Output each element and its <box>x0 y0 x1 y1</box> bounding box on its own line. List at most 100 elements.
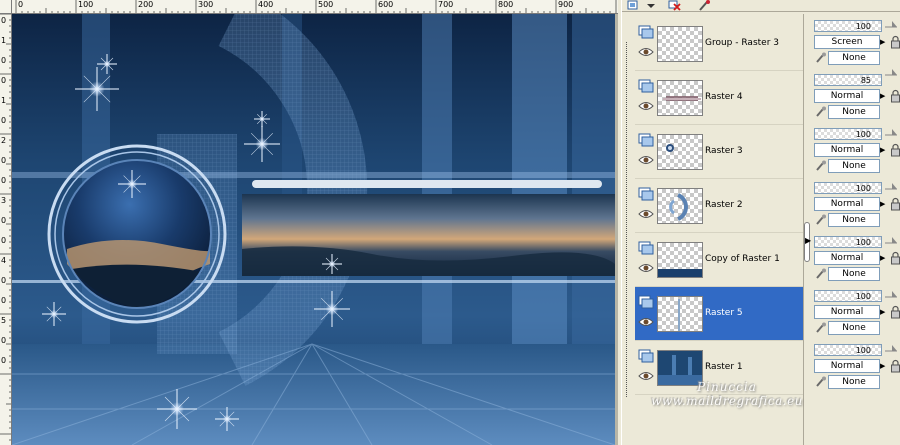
opacity-value: 100 <box>855 346 871 355</box>
lock-icon[interactable] <box>890 305 900 319</box>
blend-mode-select[interactable]: Normal <box>814 197 880 211</box>
new-layer-icon[interactable] <box>627 0 641 11</box>
link-icon[interactable] <box>884 19 898 29</box>
layer-row[interactable]: Copy of Raster 1 <box>635 233 811 287</box>
eye-icon[interactable] <box>638 209 654 219</box>
layer-type-icon[interactable] <box>638 25 654 39</box>
mask-brush-icon[interactable] <box>815 160 827 172</box>
layer-name: Raster 4 <box>705 92 743 102</box>
blend-mode-select[interactable]: Normal <box>814 305 880 319</box>
layer-type-icon[interactable] <box>638 349 654 363</box>
layer-property-group: 100 Normal ▶ None <box>812 125 900 179</box>
ruler-label: 5 <box>1 316 7 325</box>
layer-type-icon[interactable] <box>638 187 654 201</box>
lock-icon[interactable] <box>890 197 900 211</box>
layers-toolbar <box>622 0 900 12</box>
lock-icon[interactable] <box>890 89 900 103</box>
layer-thumbnail <box>657 26 703 62</box>
blend-dropdown-arrow-icon[interactable]: ▶ <box>880 252 888 264</box>
lock-icon[interactable] <box>890 143 900 157</box>
layer-type-icon[interactable] <box>638 133 654 147</box>
layer-thumbnail <box>657 134 703 170</box>
link-icon[interactable] <box>884 235 898 245</box>
mask-select[interactable]: None <box>828 105 880 119</box>
layer-row[interactable]: Raster 4 <box>635 71 811 125</box>
link-icon[interactable] <box>884 67 898 77</box>
eye-icon[interactable] <box>638 155 654 165</box>
ruler-label: 0 <box>1 176 7 185</box>
mask-brush-icon[interactable] <box>815 214 827 226</box>
blend-mode-select[interactable]: Normal <box>814 251 880 265</box>
mask-select[interactable]: None <box>828 159 880 173</box>
blend-dropdown-arrow-icon[interactable]: ▶ <box>880 144 888 156</box>
layer-property-group: 100 Normal ▶ None <box>812 233 900 287</box>
link-icon[interactable] <box>884 289 898 299</box>
mask-select[interactable]: None <box>828 375 880 389</box>
blend-mode-select[interactable]: Normal <box>814 359 880 373</box>
link-icon[interactable] <box>884 181 898 191</box>
opacity-slider[interactable]: 100 <box>814 128 882 140</box>
group-bracket <box>626 42 632 397</box>
mask-brush-icon[interactable] <box>815 52 827 64</box>
eye-icon[interactable] <box>638 101 654 111</box>
layer-name: Group - Raster 3 <box>705 38 779 48</box>
ruler-corner <box>0 0 12 14</box>
ruler-label: 1 <box>1 36 7 45</box>
opacity-slider[interactable]: 100 <box>814 344 882 356</box>
eye-icon[interactable] <box>638 317 654 327</box>
opacity-value: 100 <box>855 22 871 31</box>
link-icon[interactable] <box>884 343 898 353</box>
watermark-name: Pinuccia <box>697 380 757 394</box>
dropdown-arrow-icon[interactable] <box>644 0 658 11</box>
mask-select[interactable]: None <box>828 267 880 281</box>
ruler-label: 600 <box>378 0 394 9</box>
link-icon[interactable] <box>884 127 898 137</box>
lock-icon[interactable] <box>890 251 900 265</box>
opacity-slider[interactable]: 100 <box>814 236 882 248</box>
mask-brush-icon[interactable] <box>815 106 827 118</box>
mask-select[interactable]: None <box>828 321 880 335</box>
ruler-label: 0 <box>1 76 7 85</box>
blend-mode-select[interactable]: Screen <box>814 35 880 49</box>
layer-name: Raster 5 <box>705 308 743 318</box>
ruler-label: 0 <box>1 156 7 165</box>
lock-icon[interactable] <box>890 359 900 373</box>
blend-mode-select[interactable]: Normal <box>814 89 880 103</box>
blend-dropdown-arrow-icon[interactable]: ▶ <box>880 306 888 318</box>
ruler-label: 300 <box>198 0 214 9</box>
opacity-slider[interactable]: 85 <box>814 74 882 86</box>
opacity-slider[interactable]: 100 <box>814 182 882 194</box>
mask-select[interactable]: None <box>828 213 880 227</box>
edit-brush-icon[interactable] <box>698 0 712 11</box>
delete-layer-icon[interactable] <box>668 0 682 11</box>
eye-icon[interactable] <box>638 47 654 57</box>
layer-type-icon[interactable] <box>638 295 654 309</box>
opacity-slider[interactable]: 100 <box>814 20 882 32</box>
expand-arrow-icon[interactable]: ▶ <box>805 236 811 245</box>
layer-row[interactable]: Raster 3 <box>635 125 811 179</box>
blend-dropdown-arrow-icon[interactable]: ▶ <box>880 90 888 102</box>
layer-type-icon[interactable] <box>638 79 654 93</box>
opacity-slider[interactable]: 100 <box>814 290 882 302</box>
layer-row[interactable]: Group - Raster 3 <box>635 17 811 71</box>
eye-icon[interactable] <box>638 263 654 273</box>
layer-type-icon[interactable] <box>638 241 654 255</box>
mask-select[interactable]: None <box>828 51 880 65</box>
mask-brush-icon[interactable] <box>815 322 827 334</box>
layer-row[interactable]: Raster 5 <box>635 287 811 341</box>
lock-icon[interactable] <box>890 35 900 49</box>
canvas-artwork <box>12 14 615 445</box>
ruler-label: 0 <box>18 0 24 9</box>
watermark-url: www.maildregrafica.eu <box>651 394 803 408</box>
blend-dropdown-arrow-icon[interactable]: ▶ <box>880 36 888 48</box>
layer-thumbnail <box>657 296 703 332</box>
layer-row[interactable]: Raster 2 <box>635 179 811 233</box>
mask-brush-icon[interactable] <box>815 268 827 280</box>
layer-property-group: 100 Screen ▶ None <box>812 17 900 71</box>
blend-mode-select[interactable]: Normal <box>814 143 880 157</box>
blend-dropdown-arrow-icon[interactable]: ▶ <box>880 198 888 210</box>
ruler-label: 400 <box>258 0 274 9</box>
image-canvas[interactable] <box>12 14 618 445</box>
ruler-label: 100 <box>78 0 94 9</box>
blend-dropdown-arrow-icon[interactable]: ▶ <box>880 360 888 372</box>
